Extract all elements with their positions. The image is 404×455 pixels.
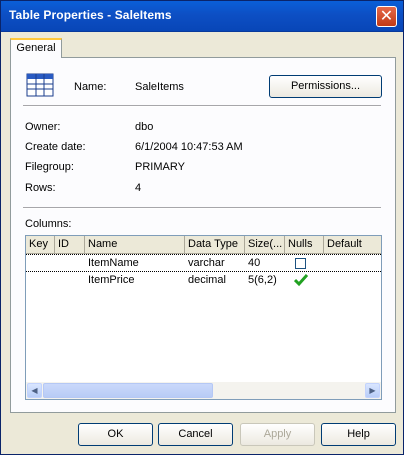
row-data-type: decimal: [188, 274, 226, 286]
table-icon: [26, 73, 54, 97]
row-data-type: varchar: [188, 257, 225, 269]
checkmark-icon[interactable]: [294, 273, 308, 287]
header-id[interactable]: ID: [55, 236, 85, 253]
create-date-value: 6/1/2004 10:47:53 AM: [135, 141, 243, 153]
grid-header: Key ID Name Data Type Size(... Nulls Def…: [26, 236, 381, 254]
rows-value: 4: [135, 182, 142, 194]
filegroup-label: Filegroup:: [25, 161, 74, 173]
header-name[interactable]: Name: [85, 236, 185, 253]
dialog-window: Table Properties - SaleItems ✕ General N…: [0, 0, 404, 455]
window-title: Table Properties - SaleItems: [9, 8, 172, 22]
close-button[interactable]: ✕: [376, 6, 397, 27]
scrollbar-thumb[interactable]: [43, 383, 213, 398]
columns-grid[interactable]: Key ID Name Data Type Size(... Nulls Def…: [25, 235, 382, 400]
separator: [23, 105, 381, 107]
columns-label: Columns:: [25, 218, 72, 230]
header-nulls[interactable]: Nulls: [285, 236, 324, 253]
header-key[interactable]: Key: [26, 236, 55, 253]
scroll-left-button[interactable]: ◀: [27, 383, 42, 398]
chevron-left-icon: ◀: [31, 386, 38, 395]
header-size[interactable]: Size(...: [245, 236, 285, 253]
row-size: 40: [248, 257, 261, 269]
name-value: SaleItems: [135, 81, 184, 93]
cancel-button[interactable]: Cancel: [158, 423, 233, 446]
title-bar[interactable]: Table Properties - SaleItems ✕: [1, 1, 403, 32]
close-icon: ✕: [379, 6, 394, 25]
tab-general-label: General: [16, 42, 56, 54]
owner-value: dbo: [135, 121, 154, 133]
filegroup-value: PRIMARY: [135, 161, 185, 173]
name-label: Name:: [74, 81, 107, 93]
owner-label: Owner:: [25, 121, 61, 133]
rows-label: Rows:: [25, 182, 56, 194]
apply-button[interactable]: Apply: [240, 423, 315, 446]
header-data-type[interactable]: Data Type: [185, 236, 245, 253]
separator: [23, 207, 381, 209]
help-button[interactable]: Help: [321, 423, 396, 446]
row-name: ItemPrice: [88, 274, 135, 286]
scroll-right-button[interactable]: ▶: [365, 383, 380, 398]
table-row[interactable]: ItemPrice decimal 5(6,2): [26, 272, 381, 290]
tab-general[interactable]: General: [10, 38, 62, 58]
nulls-checkbox[interactable]: [295, 258, 306, 269]
header-default[interactable]: Default: [324, 236, 381, 253]
row-size: 5(6,2): [248, 274, 277, 286]
permissions-button[interactable]: Permissions...: [269, 75, 382, 98]
row-name: ItemName: [88, 257, 139, 269]
horizontal-scrollbar[interactable]: ◀ ▶: [26, 382, 381, 399]
create-date-label: Create date:: [25, 141, 86, 153]
table-row[interactable]: ItemName varchar 40: [26, 254, 381, 272]
chevron-right-icon: ▶: [369, 386, 376, 395]
ok-button[interactable]: OK: [78, 423, 153, 446]
